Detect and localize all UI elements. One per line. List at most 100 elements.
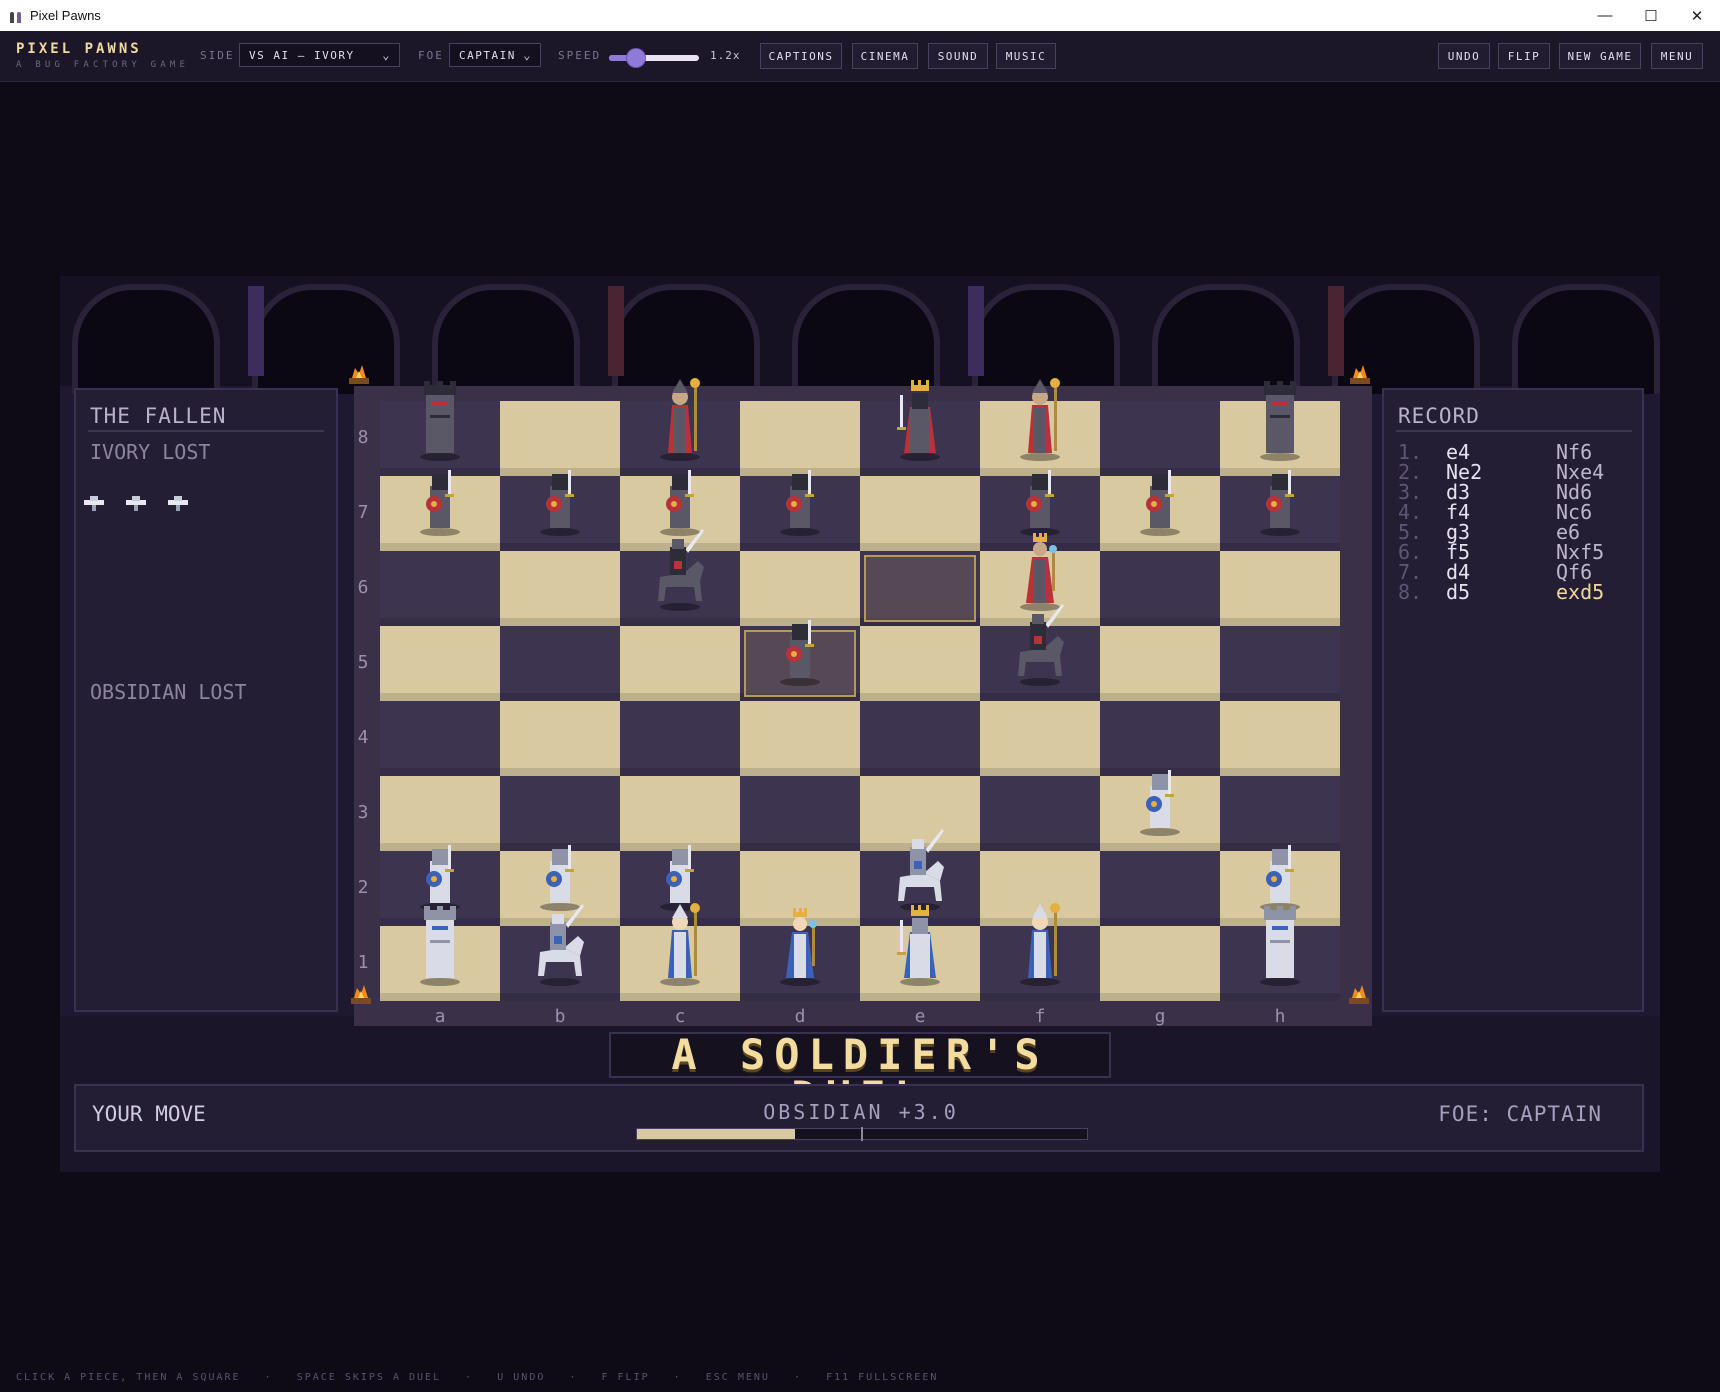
black-move[interactable]: Qf6: [1556, 562, 1592, 582]
white-king-e1[interactable]: [890, 896, 950, 988]
square-a4[interactable]: [380, 701, 500, 776]
white-bishop-f1[interactable]: [1010, 896, 1070, 988]
white-move[interactable]: e4: [1446, 442, 1470, 462]
black-knight-f5[interactable]: [1010, 596, 1070, 688]
black-move[interactable]: Nf6: [1556, 442, 1592, 462]
black-pawn-a7[interactable]: [410, 446, 470, 538]
rank-label: 3: [357, 802, 369, 823]
divider: [88, 430, 324, 432]
minimize-icon[interactable]: —: [1582, 0, 1628, 31]
white-move[interactable]: f4: [1446, 502, 1470, 522]
square-h4[interactable]: [1220, 701, 1340, 776]
speed-label: SPEED: [558, 49, 602, 62]
wall-banner: [968, 286, 984, 376]
black-move[interactable]: exd5: [1556, 582, 1604, 602]
menu-button[interactable]: MENU: [1651, 43, 1703, 69]
black-knight-c6[interactable]: [650, 521, 710, 613]
square-g6[interactable]: [1100, 551, 1220, 626]
captions-button[interactable]: CAPTIONS: [760, 43, 842, 69]
record-row: 6. f5 Nxf5: [1398, 542, 1618, 562]
white-move[interactable]: d3: [1446, 482, 1470, 502]
wall-arch: [72, 284, 220, 394]
black-move[interactable]: e6: [1556, 522, 1580, 542]
square-g5[interactable]: [1100, 626, 1220, 701]
app-toolbar: PIXEL PAWNS A BUG FACTORY GAME SIDE VS A…: [0, 31, 1720, 82]
square-g2[interactable]: [1100, 851, 1220, 926]
black-move[interactable]: Nd6: [1556, 482, 1592, 502]
record-row: 2. Ne2 Nxe4: [1398, 462, 1618, 482]
square-shade: [860, 993, 980, 1001]
square-c5[interactable]: [620, 626, 740, 701]
foe-select[interactable]: CAPTAIN ⌄: [449, 43, 541, 67]
square-h5[interactable]: [1220, 626, 1340, 701]
white-pawn-g3[interactable]: [1130, 746, 1190, 838]
rank-label: 8: [357, 427, 369, 448]
square-shade: [500, 693, 620, 701]
side-select[interactable]: VS AI — IVORY ⌄: [239, 43, 400, 67]
white-move[interactable]: f5: [1446, 542, 1470, 562]
square-shade: [860, 468, 980, 476]
square-a5[interactable]: [380, 626, 500, 701]
maximize-icon[interactable]: ☐: [1628, 0, 1674, 31]
turn-indicator: YOUR MOVE: [92, 1102, 206, 1126]
black-pawn-b7[interactable]: [530, 446, 590, 538]
white-move[interactable]: g3: [1446, 522, 1470, 542]
app-icon: [8, 8, 24, 24]
window-title: Pixel Pawns: [30, 8, 101, 23]
square-h6[interactable]: [1220, 551, 1340, 626]
square-b5[interactable]: [500, 626, 620, 701]
black-move[interactable]: Nxe4: [1556, 462, 1604, 482]
wall-banner: [1328, 286, 1344, 376]
square-b4[interactable]: [500, 701, 620, 776]
square-e5[interactable]: [860, 626, 980, 701]
sound-button[interactable]: SOUND: [928, 43, 988, 69]
black-pawn-d5[interactable]: [770, 596, 830, 688]
white-rook-a1[interactable]: [410, 896, 470, 988]
torch-icon: [1349, 985, 1369, 1004]
square-d3[interactable]: [740, 776, 860, 851]
chevron-down-icon: ⌄: [523, 48, 532, 62]
square-shade: [1100, 918, 1220, 926]
black-move[interactable]: Nxf5: [1556, 542, 1604, 562]
square-g1[interactable]: [1100, 926, 1220, 1001]
file-label: b: [554, 1006, 566, 1027]
square-b6[interactable]: [500, 551, 620, 626]
flip-button[interactable]: FLIP: [1498, 43, 1550, 69]
record-row: 7. d4 Qf6: [1398, 562, 1618, 582]
square-e4[interactable]: [860, 701, 980, 776]
speed-slider[interactable]: [609, 49, 699, 67]
white-knight-b1[interactable]: [530, 896, 590, 988]
speed-slider-thumb[interactable]: [627, 49, 645, 67]
square-shade: [1220, 993, 1340, 1001]
black-pawn-h7[interactable]: [1250, 446, 1310, 538]
cinema-button[interactable]: CINEMA: [852, 43, 918, 69]
black-pawn-d7[interactable]: [770, 446, 830, 538]
white-queen-d1[interactable]: [770, 896, 830, 988]
file-label: f: [1034, 1006, 1046, 1027]
black-king-e8[interactable]: [890, 371, 950, 463]
white-move[interactable]: Ne2: [1446, 462, 1482, 482]
move-number: 2.: [1398, 460, 1423, 484]
square-e7[interactable]: [860, 476, 980, 551]
white-bishop-c1[interactable]: [650, 896, 710, 988]
rank-label: 1: [357, 952, 369, 973]
black-move[interactable]: Nc6: [1556, 502, 1592, 522]
white-rook-h1[interactable]: [1250, 896, 1310, 988]
undo-button[interactable]: UNDO: [1438, 43, 1490, 69]
square-shade: [1220, 693, 1340, 701]
square-d4[interactable]: [740, 701, 860, 776]
square-f4[interactable]: [980, 701, 1100, 776]
white-move[interactable]: d4: [1446, 562, 1470, 582]
status-bar: YOUR MOVE OBSIDIAN +3.0 FOE: CAPTAIN: [74, 1084, 1644, 1152]
rank-label: 4: [357, 727, 369, 748]
white-move[interactable]: d5: [1446, 582, 1470, 602]
black-pawn-g7[interactable]: [1130, 446, 1190, 538]
square-c4[interactable]: [620, 701, 740, 776]
square-shade: [860, 693, 980, 701]
close-icon[interactable]: ✕: [1674, 0, 1720, 31]
new-game-button[interactable]: NEW GAME: [1559, 43, 1641, 69]
foe-indicator: FOE: CAPTAIN: [1438, 1102, 1602, 1126]
music-button[interactable]: MUSIC: [996, 43, 1056, 69]
square-a6[interactable]: [380, 551, 500, 626]
square-f3[interactable]: [980, 776, 1100, 851]
